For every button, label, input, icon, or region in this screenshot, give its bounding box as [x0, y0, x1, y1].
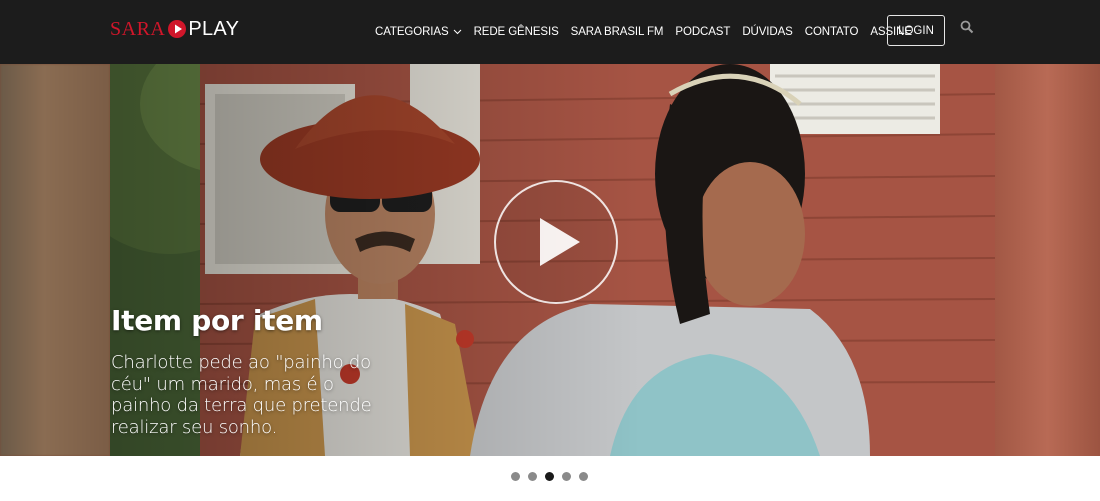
nav-item-label: CATEGORIAS [375, 26, 449, 38]
carousel-dot-3[interactable] [545, 472, 554, 481]
logo-text-play: PLAY [188, 17, 240, 40]
previous-slide-preview[interactable] [0, 64, 110, 456]
nav-item-contato[interactable]: CONTATO [805, 26, 859, 38]
logo-play-icon [168, 20, 187, 38]
carousel-dot-4[interactable] [562, 472, 571, 481]
next-slide-preview[interactable] [995, 64, 1100, 456]
nav-item-duvidas[interactable]: DÚVIDAS [742, 26, 793, 38]
play-icon [540, 218, 580, 266]
logo[interactable]: SARA PLAY [110, 16, 239, 42]
carousel-dot-2[interactable] [528, 472, 537, 481]
carousel-dot-5[interactable] [579, 472, 588, 481]
nav-item-podcast[interactable]: PODCAST [675, 26, 730, 38]
search-icon[interactable] [960, 20, 974, 34]
play-button[interactable] [494, 180, 618, 304]
nav-item-categorias[interactable]: CATEGORIAS [375, 26, 462, 38]
chevron-down-icon [453, 29, 461, 35]
nav-item-sara-brasil-fm[interactable]: SARA BRASIL FM [571, 26, 664, 38]
main-nav: CATEGORIAS REDE GÊNESIS SARA BRASIL FM P… [375, 0, 924, 64]
hero-title: Item por item [111, 304, 323, 337]
login-button[interactable]: LOGIN [887, 15, 945, 46]
hero-description: Charlotte pede ao "painho do céu" um mar… [111, 352, 372, 438]
carousel-dot-1[interactable] [511, 472, 520, 481]
logo-text-sara: SARA [110, 17, 166, 40]
carousel-pagination [511, 472, 596, 481]
top-navbar: SARA PLAY CATEGORIAS REDE GÊNESIS SARA B… [0, 0, 1100, 64]
hero-carousel: Item por item Charlotte pede ao "painho … [0, 64, 1100, 456]
nav-item-rede-genesis[interactable]: REDE GÊNESIS [474, 26, 559, 38]
